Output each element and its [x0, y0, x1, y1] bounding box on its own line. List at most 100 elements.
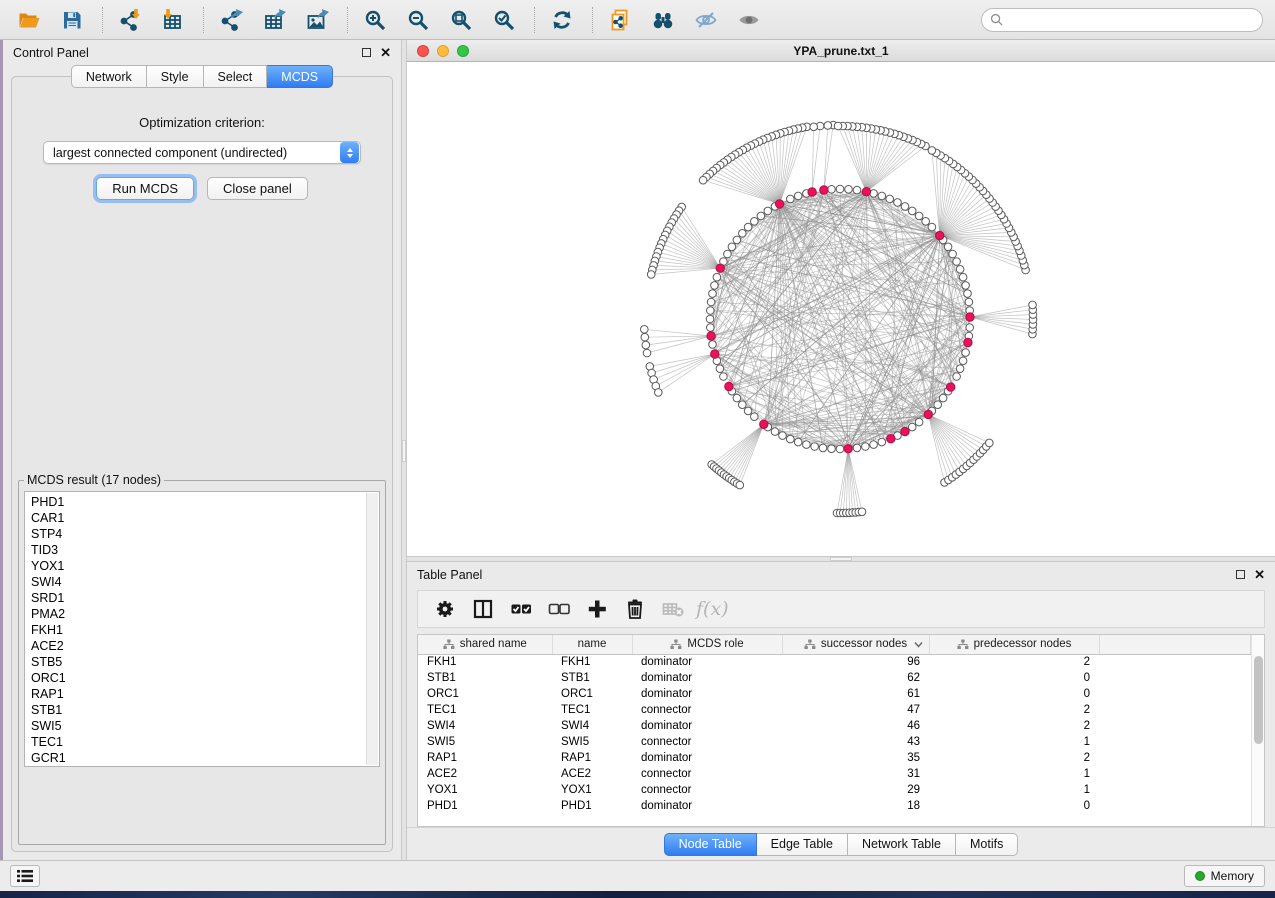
- table-row[interactable]: STB1STB1dominator620: [418, 670, 1251, 686]
- mcds-result-item[interactable]: SWI4: [31, 574, 379, 590]
- table-row[interactable]: FKH1FKH1dominator962: [418, 654, 1251, 670]
- mcds-result-item[interactable]: PMA2: [31, 606, 379, 622]
- mcds-result-item[interactable]: STB5: [31, 654, 379, 670]
- maximize-window-icon[interactable]: [457, 45, 469, 57]
- export-network-icon: [219, 8, 243, 32]
- float-panel-icon[interactable]: [1236, 570, 1245, 579]
- close-panel-button[interactable]: Close panel: [207, 177, 308, 200]
- tab-network-table[interactable]: Network Table: [848, 833, 956, 856]
- status-bar: Memory: [0, 860, 1275, 891]
- mcds-result-item[interactable]: PHD1: [31, 494, 379, 510]
- table-row[interactable]: YOX1YOX1connector291: [418, 782, 1251, 798]
- trash-button[interactable]: [618, 594, 652, 624]
- scrollbar-thumb[interactable]: [1254, 656, 1263, 744]
- list-icon: [17, 869, 33, 883]
- zoom-out-button[interactable]: [401, 4, 435, 36]
- zoom-selected-button[interactable]: [487, 4, 521, 36]
- mcds-result-item[interactable]: RAP1: [31, 686, 379, 702]
- column-header-predecessor-nodes[interactable]: predecessor nodes: [929, 635, 1099, 654]
- mcds-result-item[interactable]: TID3: [31, 542, 379, 558]
- tab-node-table[interactable]: Node Table: [664, 833, 757, 856]
- table-cell: 2: [929, 750, 1099, 766]
- eye-button[interactable]: [732, 4, 766, 36]
- refresh-button[interactable]: [545, 4, 579, 36]
- table-row[interactable]: ORC1ORC1dominator610: [418, 686, 1251, 702]
- import-network-button[interactable]: [113, 4, 147, 36]
- table-row[interactable]: PHD1PHD1dominator180: [418, 798, 1251, 814]
- columns-button[interactable]: [466, 594, 500, 624]
- tab-style[interactable]: Style: [147, 65, 204, 88]
- memory-button[interactable]: Memory: [1184, 865, 1265, 887]
- export-image-button[interactable]: [300, 4, 334, 36]
- table-row[interactable]: TEC1TEC1connector472: [418, 702, 1251, 718]
- table-cell: 62: [782, 670, 929, 686]
- table-row[interactable]: SWI5SWI5connector431: [418, 734, 1251, 750]
- share-document-button[interactable]: [603, 4, 637, 36]
- mcds-result-item[interactable]: STP4: [31, 526, 379, 542]
- search-input[interactable]: [1008, 13, 1254, 27]
- export-table-button[interactable]: [257, 4, 291, 36]
- tab-network[interactable]: Network: [71, 65, 147, 88]
- mcds-result-item[interactable]: ORC1: [31, 670, 379, 686]
- network-graph[interactable]: [407, 62, 1275, 556]
- column-header-name[interactable]: name: [552, 635, 632, 654]
- mcds-result-item[interactable]: STB1: [31, 702, 379, 718]
- search-icon: [990, 13, 1003, 26]
- column-header-successor-nodes[interactable]: successor nodes: [782, 635, 929, 654]
- splitter-grip[interactable]: [402, 440, 406, 462]
- network-canvas[interactable]: [407, 62, 1275, 556]
- float-panel-icon[interactable]: [362, 48, 371, 57]
- mcds-result-list[interactable]: PHD1CAR1STP4TID3YOX1SWI4SRD1PMA2FKH1ACE2…: [24, 491, 380, 767]
- workspace: Control Panel ✕ NetworkStyleSelectMCDS O…: [0, 40, 1275, 860]
- table-cell: [1099, 766, 1251, 782]
- tab-motifs[interactable]: Motifs: [956, 833, 1018, 856]
- mcds-result-item[interactable]: SWI5: [31, 718, 379, 734]
- select-all-button[interactable]: [504, 594, 538, 624]
- mcds-result-item[interactable]: SRD1: [31, 590, 379, 606]
- mcds-result-item[interactable]: ACE2: [31, 638, 379, 654]
- close-panel-icon[interactable]: ✕: [1254, 568, 1265, 581]
- tab-mcds[interactable]: MCDS: [267, 65, 333, 88]
- task-history-button[interactable]: [10, 865, 40, 887]
- control-panel-tabbar: NetworkStyleSelectMCDS: [3, 65, 401, 88]
- right-column: YPA_prune.txt_1 Table Panel ✕ f(x): [407, 40, 1275, 860]
- eye-hidden-button[interactable]: [689, 4, 723, 36]
- table-row[interactable]: RAP1RAP1dominator352: [418, 750, 1251, 766]
- memory-status-icon: [1195, 871, 1205, 881]
- table-scrollbar[interactable]: [1251, 635, 1264, 826]
- zoom-in-button[interactable]: [358, 4, 392, 36]
- table-row[interactable]: ACE2ACE2connector311: [418, 766, 1251, 782]
- run-mcds-button[interactable]: Run MCDS: [96, 177, 194, 200]
- mcds-result-item[interactable]: YOX1: [31, 558, 379, 574]
- import-table-button[interactable]: [156, 4, 190, 36]
- table-cell: RAP1: [552, 750, 632, 766]
- close-window-icon[interactable]: [417, 45, 429, 57]
- column-header-shared-name[interactable]: shared name: [418, 635, 552, 654]
- deselect-all-button[interactable]: [542, 594, 576, 624]
- table-cell: [1099, 670, 1251, 686]
- tab-select[interactable]: Select: [204, 65, 268, 88]
- gear-button[interactable]: [428, 594, 462, 624]
- mcds-result-item[interactable]: CAR1: [31, 510, 379, 526]
- export-network-button[interactable]: [214, 4, 248, 36]
- close-panel-icon[interactable]: ✕: [380, 46, 391, 59]
- open-folder-button[interactable]: [12, 4, 46, 36]
- minimize-window-icon[interactable]: [437, 45, 449, 57]
- zoom-fit-button[interactable]: [444, 4, 478, 36]
- horizontal-splitter[interactable]: [407, 556, 1275, 562]
- tab-edge-table[interactable]: Edge Table: [757, 833, 848, 856]
- desktop-wallpaper-strip: [0, 891, 1275, 898]
- splitter-grip[interactable]: [830, 557, 852, 561]
- mcds-result-item[interactable]: FKH1: [31, 622, 379, 638]
- table-row[interactable]: SWI4SWI4dominator462: [418, 718, 1251, 734]
- criterion-select[interactable]: largest connected component (undirected): [43, 141, 361, 164]
- column-header-MCDS-role[interactable]: MCDS role: [632, 635, 782, 654]
- add-button[interactable]: [580, 594, 614, 624]
- search-box[interactable]: [981, 8, 1263, 32]
- network-window-titlebar: YPA_prune.txt_1: [407, 40, 1275, 62]
- mcds-result-item[interactable]: GCR1: [31, 750, 379, 766]
- list-scrollbar[interactable]: [366, 493, 378, 765]
- mcds-result-item[interactable]: TEC1: [31, 734, 379, 750]
- save-button[interactable]: [55, 4, 89, 36]
- binoculars-button[interactable]: [646, 4, 680, 36]
